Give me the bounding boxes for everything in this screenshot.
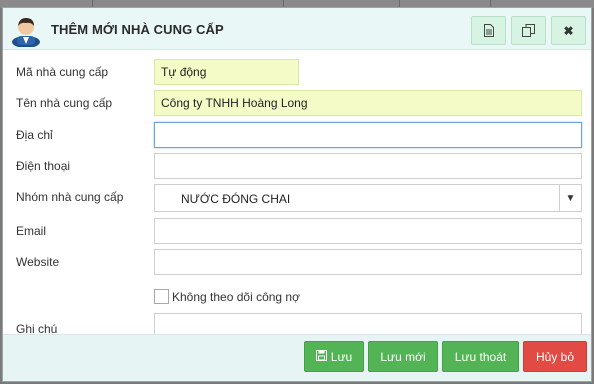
label-dien-thoai: Điện thoại — [16, 159, 71, 173]
khong-theo-doi-label[interactable]: Không theo dõi công nợ — [172, 290, 300, 304]
nhom-ncc-value: NƯỚC ĐÓNG CHAI — [181, 192, 291, 206]
dia-chi-field[interactable] — [154, 122, 582, 148]
row-ten-ncc: Tên nhà cung cấp Công ty TNHH Hoàng Long — [3, 90, 591, 118]
user-avatar-icon — [9, 15, 43, 48]
label-ten-ncc: Tên nhà cung cấp — [16, 96, 113, 110]
nhom-ncc-select[interactable]: NƯỚC ĐÓNG CHAI ▼ — [154, 184, 582, 212]
row-dia-chi: Địa chỉ — [3, 122, 591, 150]
close-icon: ✖ — [563, 23, 574, 38]
dropdown-arrow-icon[interactable]: ▼ — [559, 185, 581, 211]
website-field[interactable] — [154, 249, 582, 275]
save-new-label: Lưu mới — [380, 349, 426, 364]
ten-ncc-field[interactable]: Công ty TNHH Hoàng Long — [154, 90, 582, 116]
document-button[interactable] — [471, 16, 506, 45]
label-dia-chi: Địa chỉ — [16, 128, 53, 142]
save-exit-label: Lưu thoát — [454, 349, 507, 364]
cancel-label: Hủy bỏ — [535, 349, 575, 364]
label-nhom-ncc: Nhóm nhà cung cấp — [16, 190, 124, 204]
row-website: Website — [3, 249, 591, 277]
dialog-title: THÊM MỚI NHÀ CUNG CẤP — [51, 22, 224, 37]
row-dien-thoai: Điện thoại — [3, 153, 591, 181]
dien-thoai-field[interactable] — [154, 153, 582, 179]
label-email: Email — [16, 224, 47, 238]
cancel-button[interactable]: Hủy bỏ — [523, 341, 587, 372]
save-exit-button[interactable]: Lưu thoát — [442, 341, 519, 372]
document-icon — [483, 24, 495, 37]
row-nhom-ncc: Nhóm nhà cung cấp NƯỚC ĐÓNG CHAI ▼ — [3, 184, 591, 212]
row-email: Email — [3, 218, 591, 246]
label-ma-ncc: Mã nhà cung cấp — [16, 65, 109, 79]
save-label: Lưu — [330, 349, 353, 364]
save-new-button[interactable]: Lưu mới — [368, 341, 438, 372]
dialog-footer: Lưu Lưu mới Lưu thoát Hủy bỏ — [3, 334, 591, 381]
dialog-titlebar: THÊM MỚI NHÀ CUNG CẤP ✖ — [3, 8, 591, 50]
save-button[interactable]: Lưu — [304, 341, 364, 372]
email-field[interactable] — [154, 218, 582, 244]
khong-theo-doi-checkbox[interactable] — [154, 289, 169, 304]
supplier-dialog: THÊM MỚI NHÀ CUNG CẤP ✖ Mã nhà cung cấp … — [2, 7, 592, 382]
copy-icon — [522, 24, 535, 37]
row-ma-ncc: Mã nhà cung cấp Tự động — [3, 59, 591, 87]
copy-button[interactable] — [511, 16, 546, 45]
close-button[interactable]: ✖ — [551, 16, 586, 45]
ma-ncc-field[interactable]: Tự động — [154, 59, 299, 85]
row-khong-theo-doi: Không theo dõi công nợ — [3, 288, 591, 316]
save-icon — [315, 349, 327, 364]
label-website: Website — [16, 255, 60, 269]
